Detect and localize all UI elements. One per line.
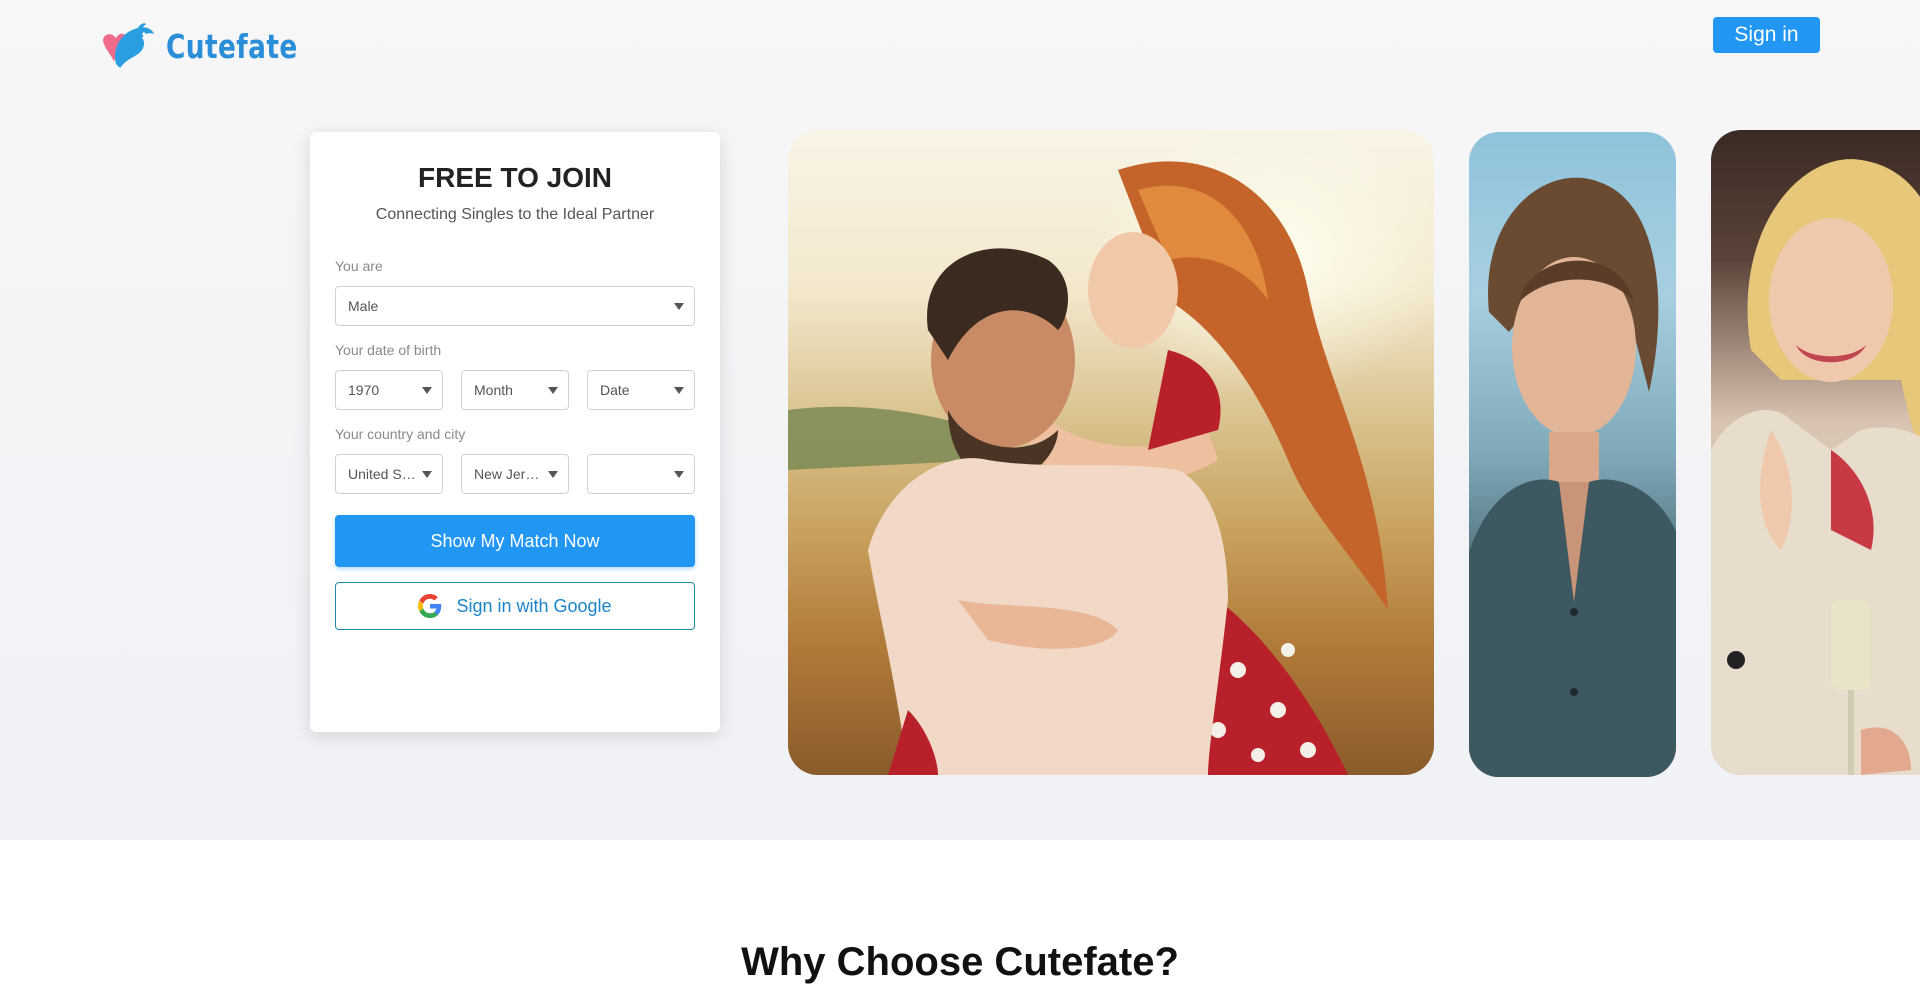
location-label: Your country and city [335,426,466,442]
caret-down-icon [674,387,684,394]
woman-photo [1711,130,1920,775]
why-choose-heading: Why Choose Cutefate? [741,940,1179,984]
woman-photo-illustration [1711,159,1920,775]
caret-down-icon [674,303,684,310]
dob-date-value: Date [600,382,630,398]
caret-down-icon [422,387,432,394]
signin-button[interactable]: Sign in [1713,17,1820,53]
state-value: New Jersey [474,466,542,482]
google-signin-button[interactable]: Sign in with Google [335,582,695,630]
city-select[interactable] [587,454,695,494]
dob-month-select[interactable]: Month [461,370,569,410]
caret-down-icon [674,471,684,478]
google-icon [418,594,442,618]
couple-photo [788,130,1434,775]
state-select[interactable]: New Jersey [461,454,569,494]
caret-down-icon [422,471,432,478]
show-match-button[interactable]: Show My Match Now [335,515,695,567]
signup-card: FREE TO JOIN Connecting Singles to the I… [310,132,720,732]
logo-text: Cutefate [166,26,298,66]
caret-down-icon [548,387,558,394]
man-photo-illustration [1469,177,1676,777]
caret-down-icon [548,471,558,478]
dob-month-value: Month [474,382,513,398]
google-signin-label: Sign in with Google [456,595,612,616]
couple-photo-illustration [788,161,1388,775]
dob-label: Your date of birth [335,342,442,358]
signup-subtitle: Connecting Singles to the Ideal Partner [375,206,655,223]
dob-year-select[interactable]: 1970 [335,370,443,410]
dolphin-heart-logo-icon [103,23,154,68]
dob-date-select[interactable]: Date [587,370,695,410]
man-photo [1469,132,1676,777]
dob-year-value: 1970 [348,382,380,398]
logo[interactable]: Cutefate [98,20,331,72]
gender-select-value: Male [348,298,379,314]
country-select[interactable]: United States [335,454,443,494]
country-value: United States [348,466,416,482]
gender-label: You are [335,258,383,274]
gender-select[interactable]: Male [335,286,695,326]
signup-title: FREE TO JOIN [418,162,612,193]
